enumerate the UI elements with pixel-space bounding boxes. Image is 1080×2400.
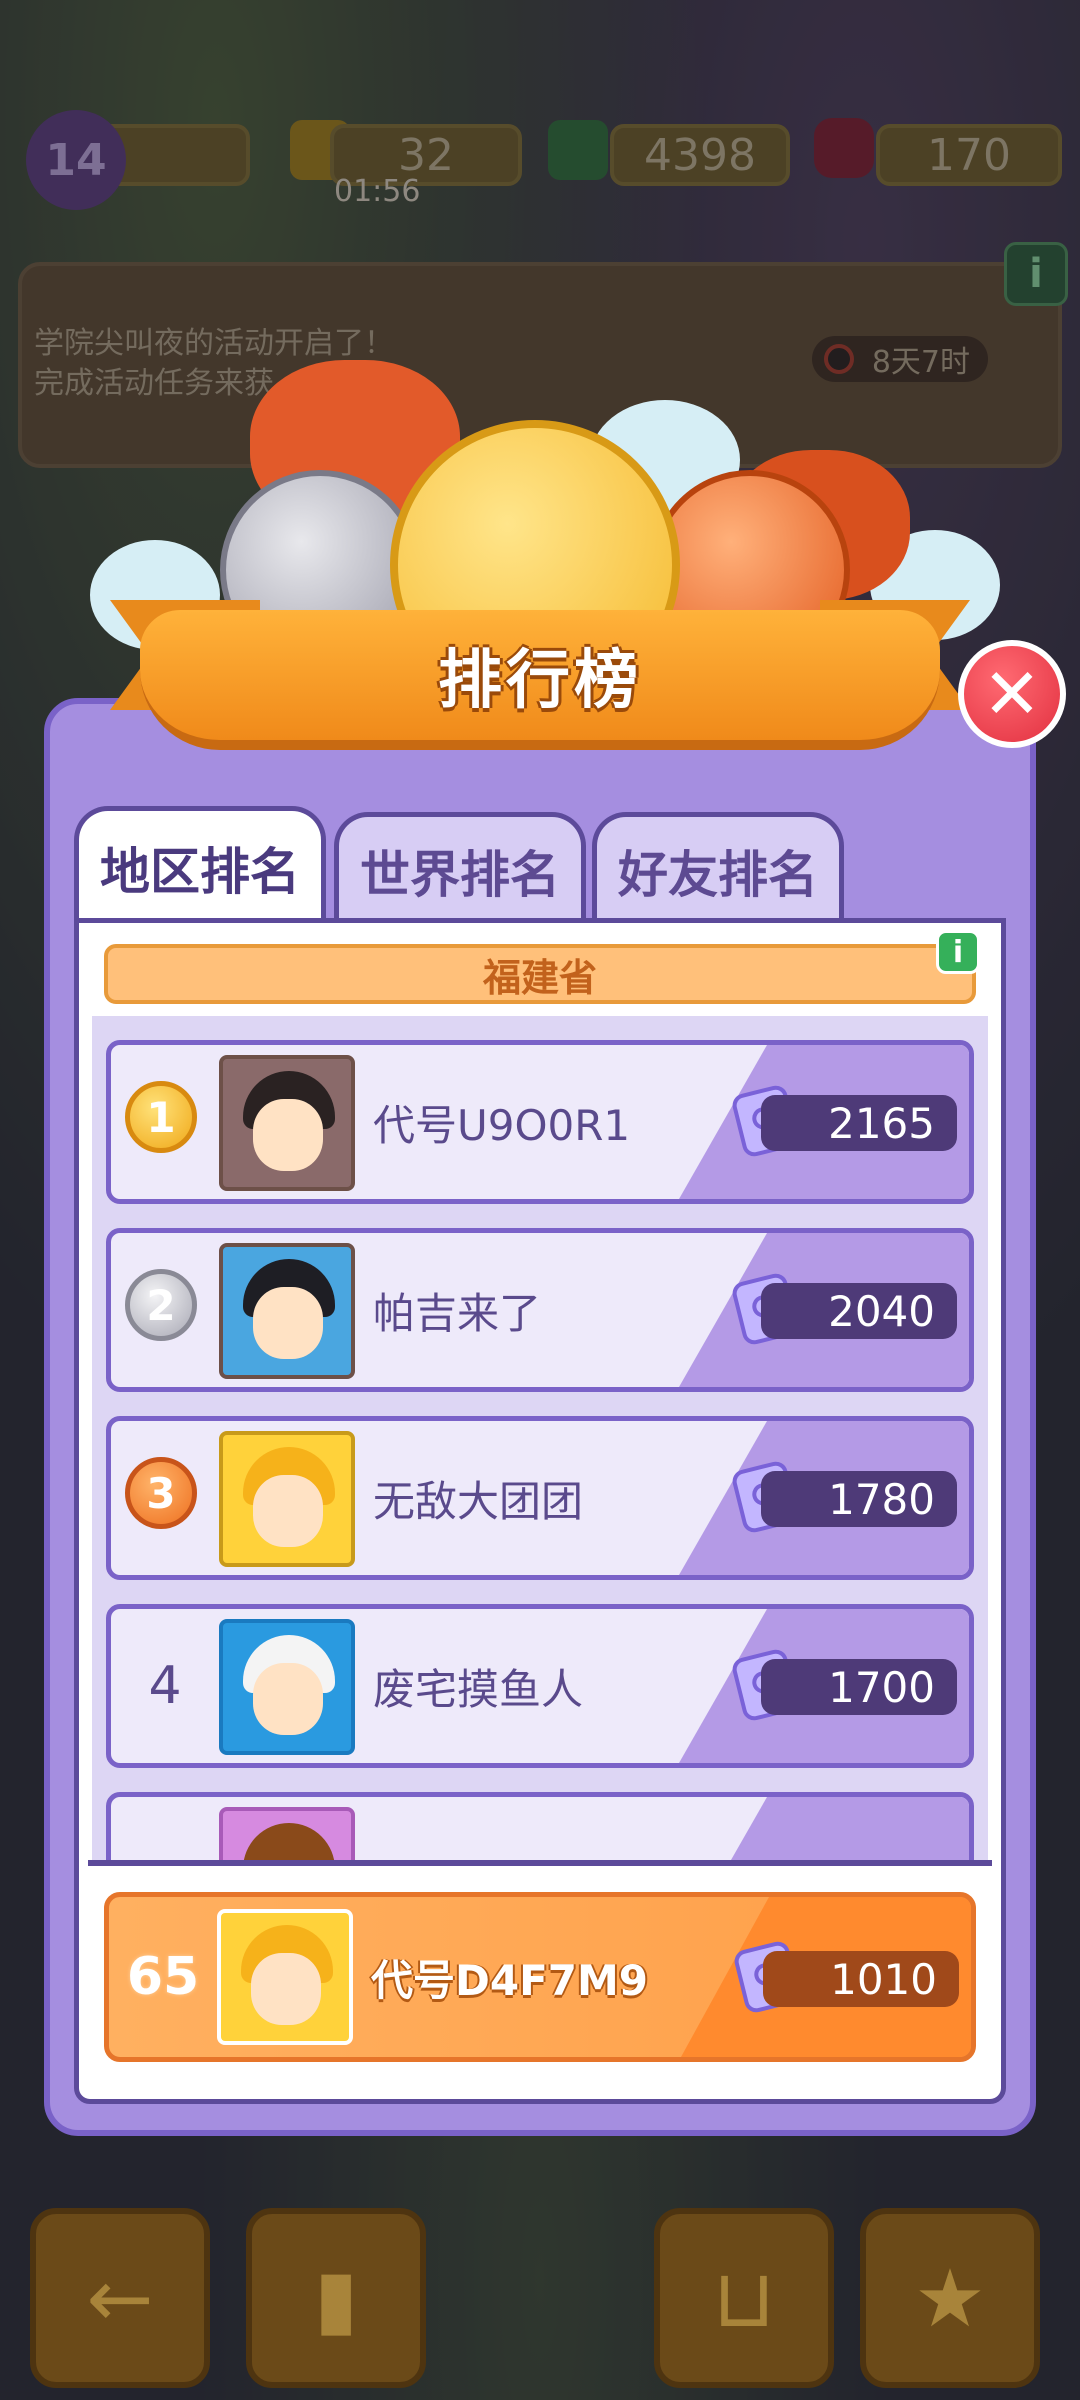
player-name: 无敌大团团 bbox=[373, 1476, 584, 1526]
avatar-face bbox=[253, 1475, 323, 1547]
player-score: 2165 bbox=[761, 1095, 957, 1151]
avatar-face bbox=[253, 1287, 323, 1359]
avatar[interactable] bbox=[219, 1431, 355, 1567]
close-button[interactable]: ✕ bbox=[958, 640, 1066, 748]
tab-world[interactable]: 世界排名 bbox=[334, 812, 586, 924]
basket-icon: ⊔ bbox=[712, 2251, 776, 2345]
ranking-button[interactable]: ▮ bbox=[246, 2208, 426, 2388]
my-rank-number: 65 bbox=[126, 1947, 200, 2007]
player-name: 废宅摸鱼人 bbox=[373, 1664, 584, 1714]
my-ranking-row[interactable]: 65 代号D4F7M9 1010 bbox=[104, 1892, 976, 2062]
tasks-button[interactable]: ★ bbox=[860, 2208, 1040, 2388]
ranking-row[interactable]: 2 帕吉来了 2040 bbox=[106, 1228, 974, 1392]
podium-icon: ▮ bbox=[313, 2251, 359, 2345]
avatar-hair bbox=[243, 1823, 335, 1862]
list-divider bbox=[88, 1860, 992, 1866]
my-player-name: 代号D4F7M9 bbox=[371, 1955, 649, 2005]
ranking-list[interactable]: 1 代号U9O0R1 2165 2 帕吉来了 2040 3 无敌大团团 1780 bbox=[92, 1016, 988, 1862]
shop-button[interactable]: ⊔ bbox=[654, 2208, 834, 2388]
title-ribbon: 排行榜 bbox=[140, 610, 940, 750]
avatar[interactable] bbox=[219, 1619, 355, 1755]
player-score: 1780 bbox=[761, 1471, 957, 1527]
row-stripe bbox=[679, 1797, 969, 1862]
bronze-rank-icon: 3 bbox=[125, 1457, 197, 1529]
avatar-face bbox=[251, 1953, 321, 2025]
rank-number: 4 bbox=[148, 1656, 182, 1716]
ranking-row[interactable]: 3 无敌大团团 1780 bbox=[106, 1416, 974, 1580]
avatar[interactable] bbox=[219, 1807, 355, 1862]
gold-rank-icon: 1 bbox=[125, 1081, 197, 1153]
tab-friends[interactable]: 好友排名 bbox=[592, 812, 844, 924]
back-button[interactable]: ← bbox=[30, 2208, 210, 2388]
avatar-face bbox=[253, 1663, 323, 1735]
ranking-row-partial[interactable] bbox=[106, 1792, 974, 1862]
clipboard-star-icon: ★ bbox=[914, 2251, 986, 2345]
player-score: 2040 bbox=[761, 1283, 957, 1339]
silver-rank-icon: 2 bbox=[125, 1269, 197, 1341]
ranking-row[interactable]: 1 代号U9O0R1 2165 bbox=[106, 1040, 974, 1204]
ranking-row[interactable]: 4 废宅摸鱼人 1700 bbox=[106, 1604, 974, 1768]
avatar[interactable] bbox=[219, 1243, 355, 1379]
player-score: 1700 bbox=[761, 1659, 957, 1715]
back-arrow-icon: ← bbox=[86, 2251, 154, 2345]
region-info-button[interactable]: i bbox=[936, 930, 980, 974]
player-name: 帕吉来了 bbox=[373, 1288, 542, 1338]
player-name: 代号U9O0R1 bbox=[373, 1100, 631, 1150]
tab-region[interactable]: 地区排名 bbox=[74, 806, 326, 924]
avatar[interactable] bbox=[219, 1055, 355, 1191]
avatar-face bbox=[253, 1099, 323, 1171]
my-player-score: 1010 bbox=[763, 1951, 959, 2007]
leaderboard-title: 排行榜 bbox=[438, 644, 642, 718]
my-avatar[interactable] bbox=[217, 1909, 353, 2045]
region-header: 福建省 bbox=[104, 944, 976, 1004]
